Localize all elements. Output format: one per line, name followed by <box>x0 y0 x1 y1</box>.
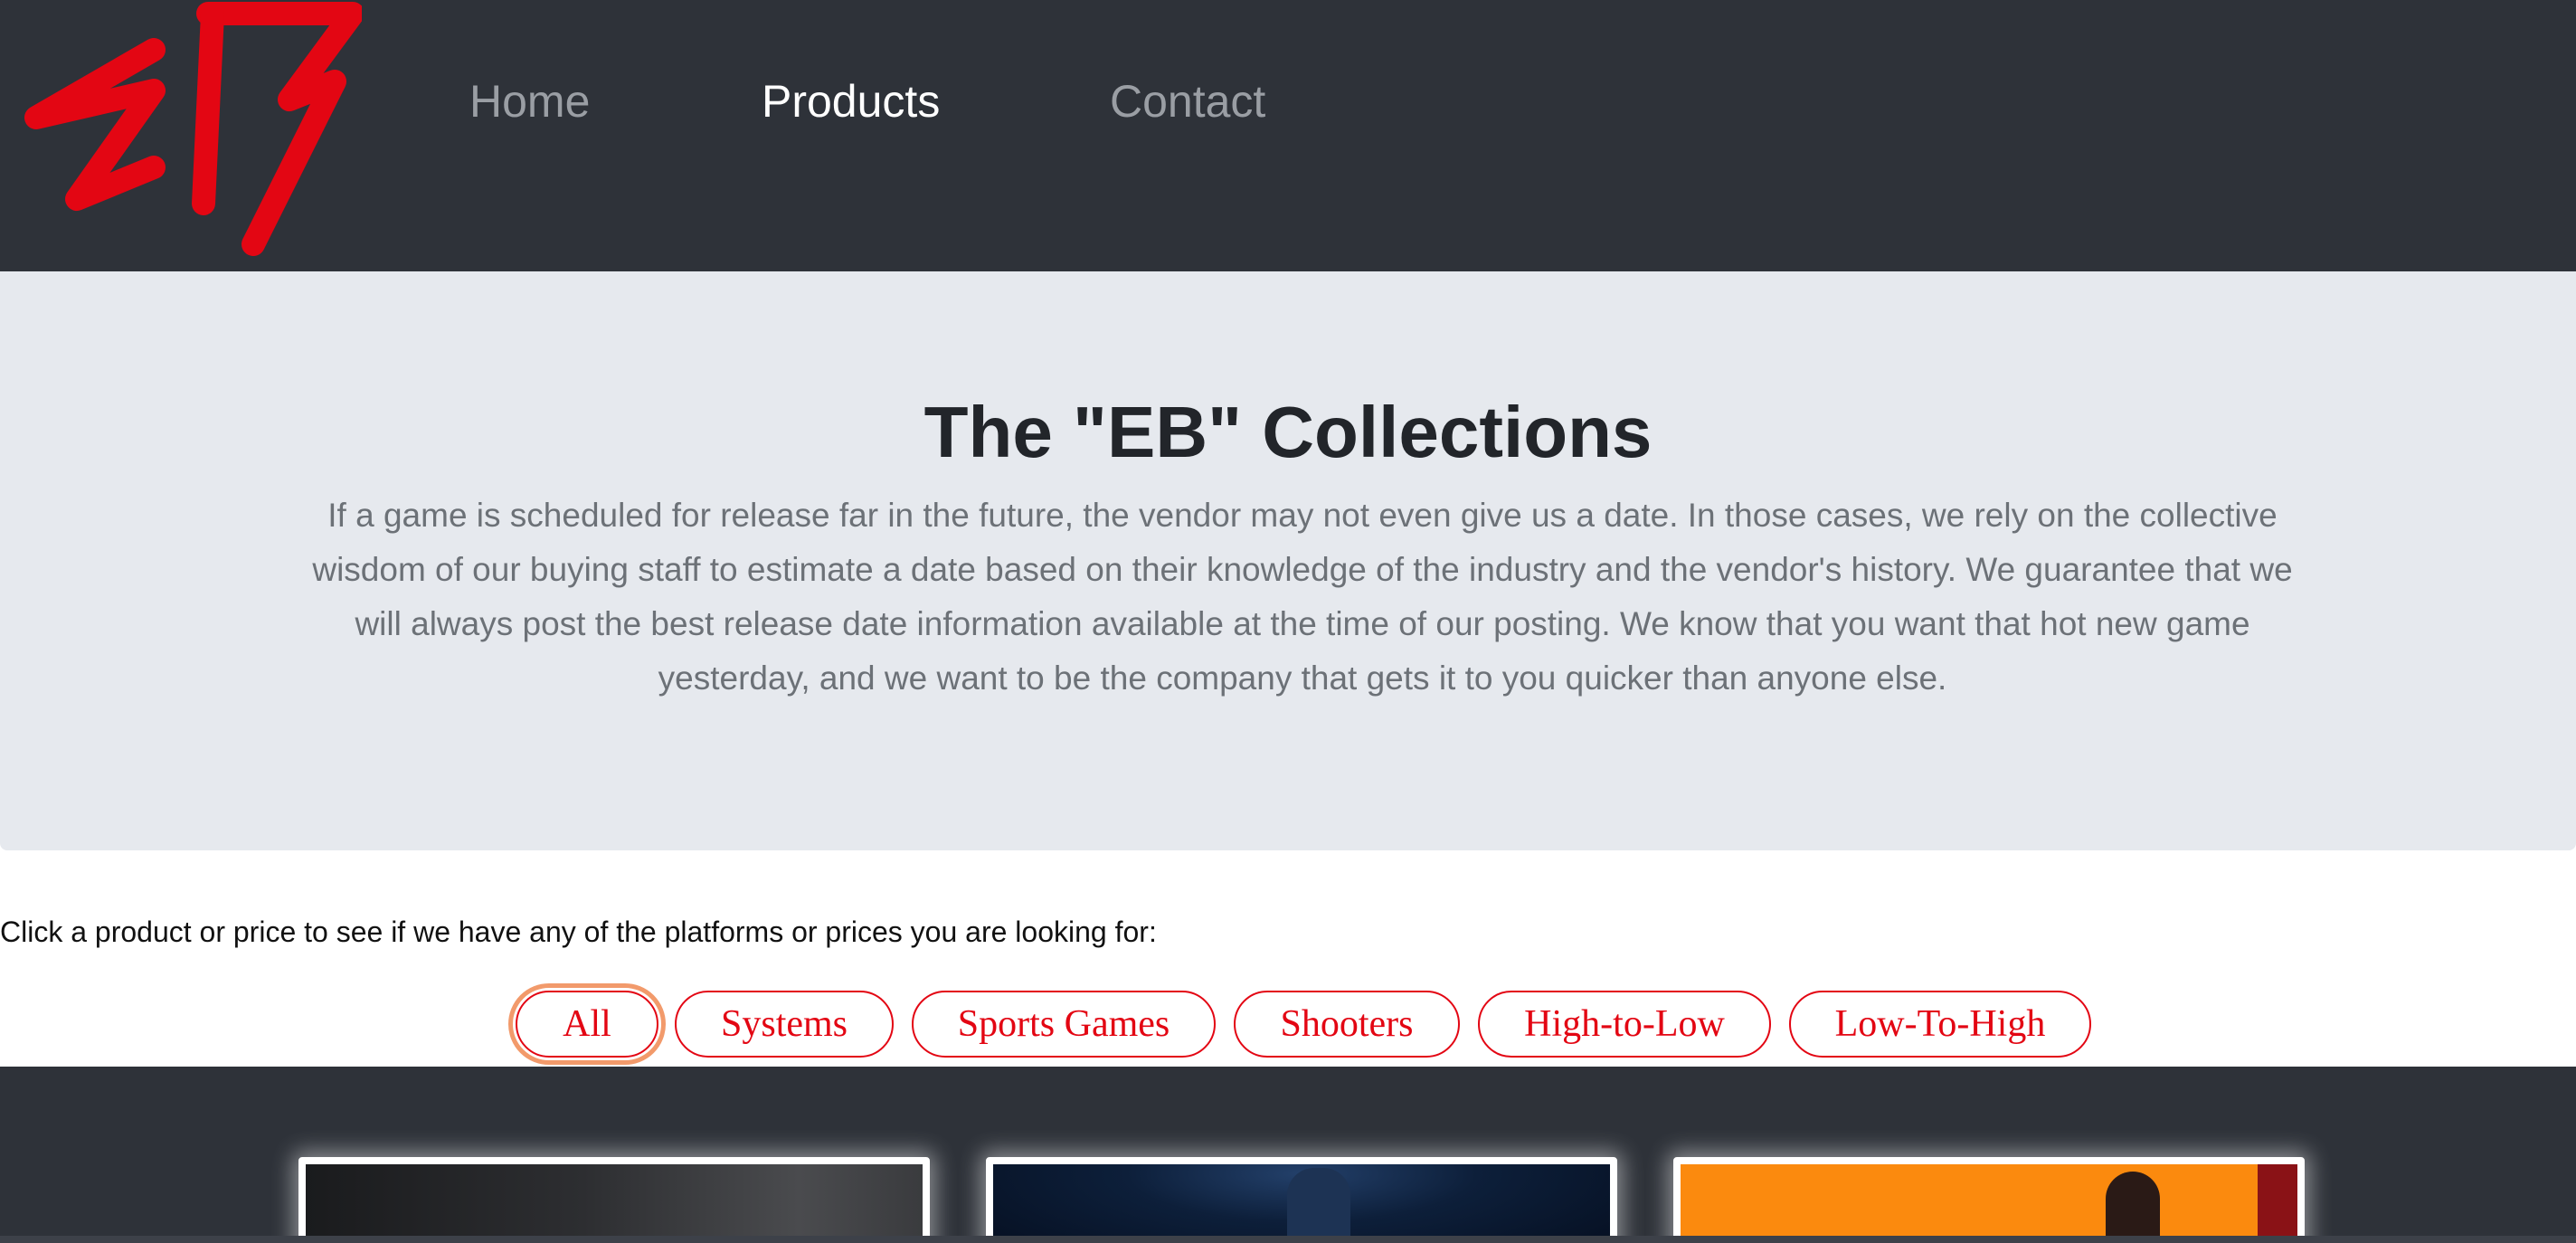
product-card[interactable] <box>986 1157 1617 1243</box>
nav-products-link[interactable]: Products <box>762 74 940 128</box>
nav-contact-link[interactable]: Contact <box>1110 74 1265 128</box>
filter-sports-games-button[interactable]: Sports Games <box>912 991 1216 1058</box>
page-title: The "EB" Collections <box>923 392 1653 472</box>
filter-shooters-button[interactable]: Shooters <box>1234 991 1460 1058</box>
product-card[interactable] <box>1673 1157 2305 1243</box>
navbar: Home Products Contact <box>0 0 2576 271</box>
filter-low-to-high-button[interactable]: Low-To-High <box>1789 991 2091 1058</box>
filter-high-to-low-button[interactable]: High-to-Low <box>1478 991 1771 1058</box>
filter-systems-button[interactable]: Systems <box>675 991 894 1058</box>
filter-all-button[interactable]: All <box>508 983 666 1065</box>
eb-logo[interactable] <box>18 0 362 262</box>
product-image <box>1287 1168 1350 1240</box>
filter-button-group: All Systems Sports Games Shooters High-t… <box>0 983 2576 1065</box>
product-image-accent <box>2258 1164 2297 1243</box>
horizontal-scrollbar[interactable] <box>0 1236 2576 1243</box>
nav-home-link[interactable]: Home <box>469 74 590 128</box>
product-card[interactable] <box>298 1157 930 1243</box>
products-section <box>0 1067 2576 1243</box>
hero-jumbotron: The "EB" Collections If a game is schedu… <box>0 271 2576 850</box>
hero-description: If a game is scheduled for release far i… <box>312 497 2293 697</box>
product-image <box>2106 1172 2160 1243</box>
filter-instruction: Click a product or price to see if we ha… <box>0 916 1157 948</box>
